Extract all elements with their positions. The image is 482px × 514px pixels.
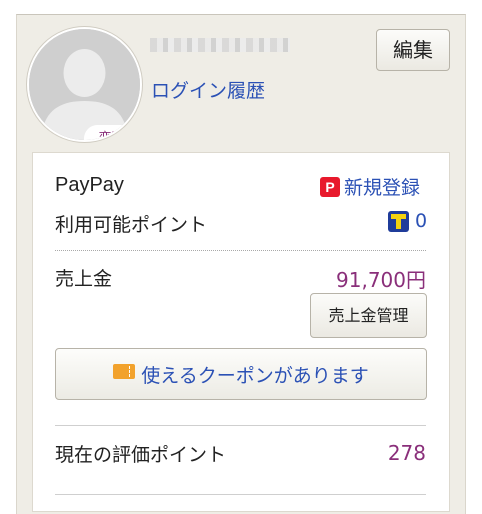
divider [55, 425, 426, 426]
t-point-link[interactable]: 0 [388, 210, 427, 232]
evaluation-value: 278 [387, 441, 426, 465]
default-user-icon [29, 29, 140, 140]
sales-amount: 91,700円 [336, 268, 426, 292]
paypay-p-icon: P [320, 176, 340, 197]
coupon-button[interactable]: 使えるクーポンがあります [55, 348, 427, 400]
t-point-icon [388, 210, 409, 232]
ticket-icon [113, 363, 136, 379]
divider [55, 494, 426, 495]
evaluation-label: 現在の評価ポイント [55, 444, 227, 466]
available-points-label: 利用可能ポイント [55, 214, 208, 236]
avatar[interactable]: 変更 [27, 27, 142, 142]
dotted-divider [55, 250, 426, 251]
sales-label: 売上金 [55, 268, 113, 290]
paypay-register-label: 新規登録 [344, 177, 421, 199]
edit-button[interactable]: 編集 [376, 29, 450, 71]
coupon-label: 使えるクーポンがあります [141, 364, 369, 387]
avatar-change-button[interactable]: 変更 [84, 125, 139, 140]
username-blurred [150, 38, 290, 52]
paypay-register-link[interactable]: P 新規登録 [320, 173, 420, 200]
t-point-value: 0 [415, 210, 428, 232]
sales-manage-button[interactable]: 売上金管理 [310, 293, 427, 338]
paypay-label: PayPay [55, 174, 124, 196]
login-history-link[interactable]: ログイン履歴 [151, 76, 265, 103]
